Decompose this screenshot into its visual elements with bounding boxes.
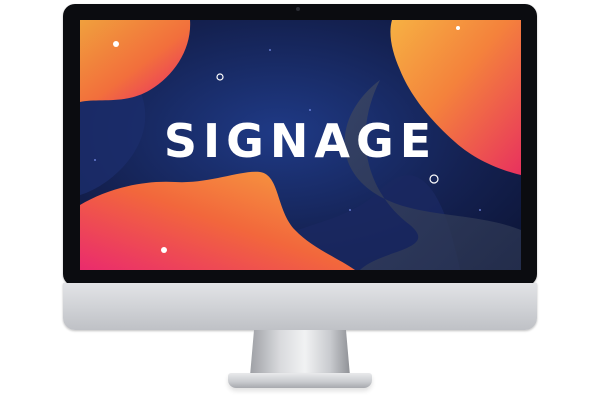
signage-headline: SIGNAGE bbox=[163, 114, 438, 168]
monitor-stand-base bbox=[228, 373, 372, 388]
monitor-stand-neck bbox=[250, 330, 350, 376]
monitor-chin bbox=[63, 283, 537, 330]
display-screen: SIGNAGE bbox=[80, 20, 521, 270]
webcam-icon bbox=[296, 7, 300, 11]
